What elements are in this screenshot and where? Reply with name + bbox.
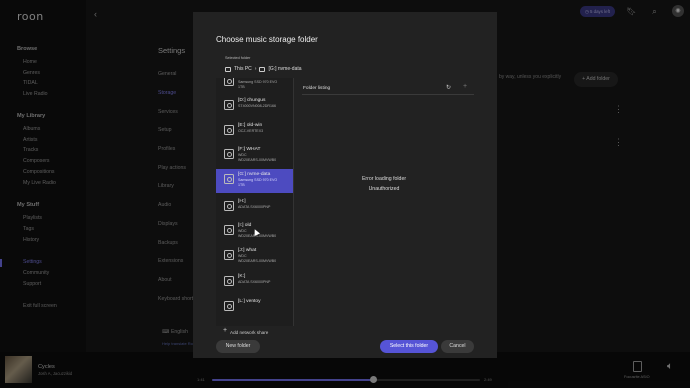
cancel-button[interactable]: Cancel	[441, 340, 474, 353]
hard-drive-icon	[224, 301, 234, 311]
plus-icon[interactable]: +	[463, 83, 467, 90]
hard-drive-icon	[224, 225, 234, 235]
drive-model: ADATA SX6000PNP	[238, 205, 271, 209]
drive-model: Samsung SSD 970 EVO 1TB	[238, 178, 278, 187]
drive-icon	[259, 66, 266, 72]
drive-item[interactable]: [L:] ventoy	[216, 296, 293, 320]
drive-model: ST4000VN008-2DR166	[238, 104, 276, 108]
hard-drive-icon	[224, 125, 234, 135]
dialog-title: Choose music storage folder	[216, 35, 318, 44]
folder-listing-panel: Folder listing ↻ + Error loading folder …	[294, 78, 474, 326]
add-network-share-button[interactable]: + Add network share	[216, 326, 294, 340]
drive-model: ADATA SX6000PNP	[238, 280, 271, 284]
drive-item[interactable]: [K:] ADATA SX6000PNP	[216, 271, 293, 295]
drive-name: [I:] old	[238, 223, 252, 228]
hard-drive-icon	[224, 201, 234, 211]
hard-drive-icon	[224, 149, 234, 159]
drive-name: [E:] old-win	[238, 123, 263, 128]
drive-item[interactable]: [D:] chungus ST4000VN008-2DR166	[216, 95, 293, 119]
drive-model: WDC WD20EARS-00MVWB0	[238, 153, 277, 162]
drive-name: [C:] nvme-win	[238, 78, 268, 79]
computer-icon	[225, 66, 231, 72]
new-folder-button[interactable]: New folder	[216, 340, 260, 353]
refresh-icon[interactable]: ↻	[446, 84, 451, 91]
hard-drive-icon	[224, 78, 234, 86]
drive-name: [H:]	[238, 199, 246, 204]
drive-item[interactable]: [H:] ADATA SX6000PNP	[216, 196, 293, 220]
plus-icon: +	[223, 327, 228, 334]
breadcrumb-current[interactable]: [G:] nvme-data	[268, 66, 301, 72]
select-folder-button[interactable]: Select this folder	[380, 340, 438, 353]
drive-model: WDC WD20EARS-00MVWB0	[238, 229, 277, 238]
hard-drive-icon	[224, 100, 234, 110]
chevron-right-icon: ›	[254, 66, 257, 72]
drive-model: Samsung SSD 970 EVO 1TB	[238, 80, 278, 89]
drive-name: [J:] what	[238, 248, 257, 253]
drive-item[interactable]: [G:] nvme-data Samsung SSD 970 EVO 1TB	[216, 169, 293, 193]
drive-name: [K:]	[238, 274, 246, 279]
drive-model: WDC WD20EARS-00MVWB0	[238, 254, 277, 263]
drive-name: [G:] nvme-data	[238, 172, 271, 177]
breadcrumb-this-pc[interactable]: This PC	[234, 66, 252, 72]
error-detail: Unauthorized	[368, 186, 400, 192]
hard-drive-icon	[224, 174, 234, 184]
choose-folder-dialog: Choose music storage folder Selected fol…	[193, 12, 497, 358]
drive-item[interactable]: [J:] what WDC WD20EARS-00MVWB0	[216, 245, 293, 269]
error-message: Error loading folder	[361, 176, 407, 182]
breadcrumb: This PC › [G:] nvme-data	[225, 66, 302, 72]
drive-model: OCZ-VERTEX3	[238, 129, 264, 133]
add-network-share-label: Add network share	[230, 330, 269, 335]
drive-item[interactable]: [E:] old-win OCZ-VERTEX3	[216, 120, 293, 144]
folder-listing-header: Folder listing ↻ +	[302, 83, 474, 95]
drive-list[interactable]: [C:] nvme-winSamsung SSD 970 EVO 1TB[D:]…	[216, 78, 294, 326]
folder-listing-title: Folder listing	[303, 86, 331, 91]
hard-drive-icon	[224, 250, 234, 260]
drive-item[interactable]: [F:] WHAT WDC WD20EARS-00MVWB0	[216, 144, 293, 168]
hard-drive-icon	[224, 276, 234, 286]
drive-name: [L:] ventoy	[238, 299, 261, 304]
drive-item[interactable]: [C:] nvme-winSamsung SSD 970 EVO 1TB	[216, 78, 293, 95]
drive-name: [D:] chungus	[238, 98, 266, 103]
selected-folder-label: Selected folder	[225, 56, 251, 60]
drive-name: [F:] WHAT	[238, 147, 261, 152]
